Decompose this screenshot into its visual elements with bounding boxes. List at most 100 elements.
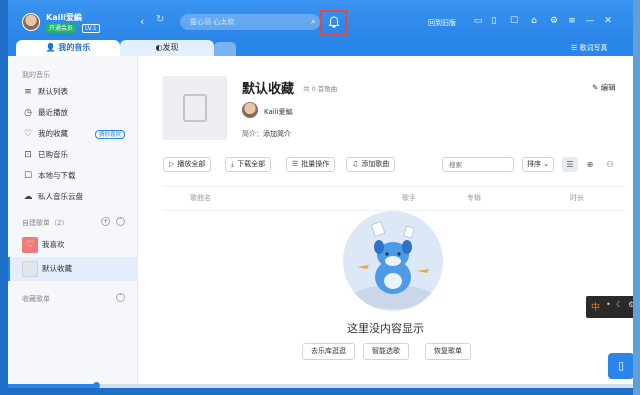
column-duration[interactable]: 时长 — [570, 193, 584, 203]
owner-avatar[interactable] — [242, 102, 258, 118]
tab-discover-label: 发现 — [162, 43, 179, 52]
guess-you-like-pill[interactable]: 猜你喜欢 — [95, 130, 126, 139]
tab-discover[interactable]: ◐发现 — [120, 40, 214, 56]
batch-icon: ☰ — [292, 160, 299, 168]
song-count: 共 0 首歌曲 — [303, 85, 338, 93]
add-song-button[interactable]: ♫ 添加歌曲 — [346, 157, 396, 172]
sidebar-item-label: 已购音乐 — [38, 150, 68, 159]
ime-toolbar[interactable]: 中 • ☾ ⚙ — [586, 296, 633, 318]
edit-button[interactable]: ✎ 编辑 — [592, 82, 616, 93]
user-avatar[interactable] — [22, 13, 40, 31]
tab-my-music-label: 我的音乐 — [58, 43, 91, 52]
player-progress-track[interactable] — [8, 384, 633, 388]
owner-name[interactable]: Kaili爱編 — [264, 107, 293, 117]
add-playlist-icon[interactable]: + — [101, 217, 110, 226]
sidebar-item-i-like[interactable]: ♡ 我喜欢 — [8, 233, 137, 257]
sidebar-item-label: 我的收藏 — [38, 129, 68, 138]
sidebar-item-cloud-drive[interactable]: ☁ 私人音乐云盘 — [8, 187, 137, 207]
mascot-illustration — [353, 221, 433, 309]
playlist-main: 默认收藏 共 0 首歌曲 ✎ 编辑 Kaili爱編 简介：添加简介 ▷ 播放全部 … — [138, 56, 633, 388]
search-icon[interactable]: ⌕ — [311, 17, 316, 27]
back-to-old-version-link[interactable]: 回到旧版 — [428, 18, 456, 28]
player-progress-handle[interactable] — [92, 382, 100, 388]
ime-punct-icon[interactable]: • — [606, 300, 611, 309]
smart-pick-button[interactable]: 智能选歌 — [363, 343, 409, 360]
search-box: ⌕ — [180, 14, 320, 30]
column-song-name[interactable]: 歌曲名 — [190, 193, 211, 203]
sidebar-item-default-list[interactable]: ≡ 默认列表 — [8, 82, 137, 102]
player-progress-fill — [8, 384, 96, 388]
browse-library-button[interactable]: 去乐库逛逛 — [302, 343, 355, 360]
sidebar-item-recent[interactable]: ◷ 最近播放 — [8, 103, 137, 123]
sidebar-item-label: 最近播放 — [38, 108, 68, 117]
phone-icon[interactable]: ▯ — [488, 16, 500, 26]
sidebar-item-label: 默认收藏 — [42, 264, 72, 273]
download-icon: ⤓ — [231, 160, 235, 168]
sidebar-item-default-collection[interactable]: 默认收藏 — [8, 257, 137, 281]
lyrics-photo-button[interactable]: ☰ 歌词写真 — [571, 43, 608, 53]
empty-illustration — [343, 211, 443, 311]
monitor-icon: ☐ — [23, 171, 33, 181]
sort-dropdown[interactable]: 排序 ⌄ — [522, 157, 554, 172]
sidebar-item-label: 本地与下载 — [38, 171, 76, 180]
batch-operation-label: 批量操作 — [301, 160, 330, 168]
username[interactable]: Kaili爱編 — [46, 12, 82, 23]
column-artist[interactable]: 歌手 — [402, 193, 416, 203]
playlist-search-box — [442, 157, 514, 172]
list-view-icon[interactable]: ☰ — [562, 157, 578, 172]
refresh-icon[interactable]: ↻ — [156, 14, 164, 25]
add-intro-link[interactable]: 添加简介 — [263, 130, 291, 138]
minimize-icon[interactable]: — — [584, 16, 596, 26]
download-all-label: 下载全部 — [237, 160, 266, 168]
playlist-search-input[interactable] — [443, 158, 513, 171]
heart-icon: ♡ — [23, 129, 33, 139]
play-all-button[interactable]: ▷ 播放全部 — [163, 157, 212, 172]
back-arrow-icon[interactable]: ‹ — [140, 15, 144, 28]
ime-moon-icon[interactable]: ☾ — [616, 300, 623, 309]
mobile-sync-button[interactable]: ▯ — [608, 353, 633, 379]
clock-icon: ◷ — [24, 108, 32, 118]
sidebar-item-favorites[interactable]: ♡ 我的收藏 猜你喜欢 — [8, 124, 137, 144]
sidebar-item-label: 我喜欢 — [42, 240, 65, 249]
bell-icon — [328, 16, 340, 32]
ime-settings-icon[interactable]: ⚙ — [628, 300, 633, 309]
heart-thumb-icon: ♡ — [22, 237, 38, 253]
notification-bell-button[interactable] — [320, 10, 347, 36]
ime-chinese-indicator[interactable]: 中 — [591, 300, 600, 313]
add-circle-icon[interactable]: ⊕ — [582, 157, 598, 172]
column-album[interactable]: 专辑 — [467, 193, 481, 203]
sidebar-item-purchased[interactable]: ⊡ 已购音乐 — [8, 145, 137, 165]
batch-operation-button[interactable]: ☰ 批量操作 — [286, 157, 336, 172]
search-input[interactable] — [180, 14, 304, 30]
play-all-label: 播放全部 — [177, 160, 206, 168]
open-vip-badge[interactable]: 开通会员 — [46, 24, 77, 33]
collapse-icon[interactable]: ˆ — [116, 217, 125, 226]
intro-label: 简介： — [242, 130, 263, 138]
message-icon[interactable]: ☐ — [508, 16, 520, 26]
skin-icon[interactable]: ⌂ — [528, 16, 540, 26]
menu-icon[interactable]: ≡ — [566, 16, 578, 26]
playlist-cover[interactable] — [163, 76, 227, 140]
sidebar: 我的音乐 ≡ 默认列表 ◷ 最近播放 ♡ 我的收藏 猜你喜欢 ⊡ 已购音乐 ☐ … — [8, 56, 138, 388]
empty-message: 这里没内容显示 — [347, 322, 424, 335]
purchased-icon: ⊡ — [24, 150, 32, 160]
collapse-icon[interactable]: ˆ — [116, 293, 125, 302]
edit-label: 编辑 — [600, 83, 616, 92]
playlist-title: 默认收藏 — [242, 82, 295, 97]
playlist-thumb-icon — [22, 261, 38, 277]
divider — [163, 186, 626, 187]
restore-playlist-button[interactable]: 恢复歌单 — [425, 343, 471, 360]
sidebar-item-local-download[interactable]: ☐ 本地与下载 — [8, 166, 137, 186]
created-playlists-title: 自建歌单（2） — [22, 219, 69, 227]
tab-extra[interactable] — [214, 42, 236, 56]
level-badge: LV.1 — [82, 24, 100, 33]
mini-mode-icon[interactable]: ▭ — [472, 16, 484, 26]
download-all-button[interactable]: ⤓ 下载全部 — [225, 157, 272, 172]
tab-my-music[interactable]: 👤 我的音乐 — [16, 40, 120, 56]
settings-gear-icon[interactable]: ⚙ — [548, 16, 560, 26]
list-icon: ≡ — [24, 87, 32, 97]
user-icon[interactable]: ⚇ — [602, 157, 618, 172]
sidebar-item-label: 默认列表 — [38, 87, 68, 96]
add-song-label: 添加歌曲 — [361, 160, 390, 168]
close-icon[interactable]: ✕ — [602, 16, 614, 26]
